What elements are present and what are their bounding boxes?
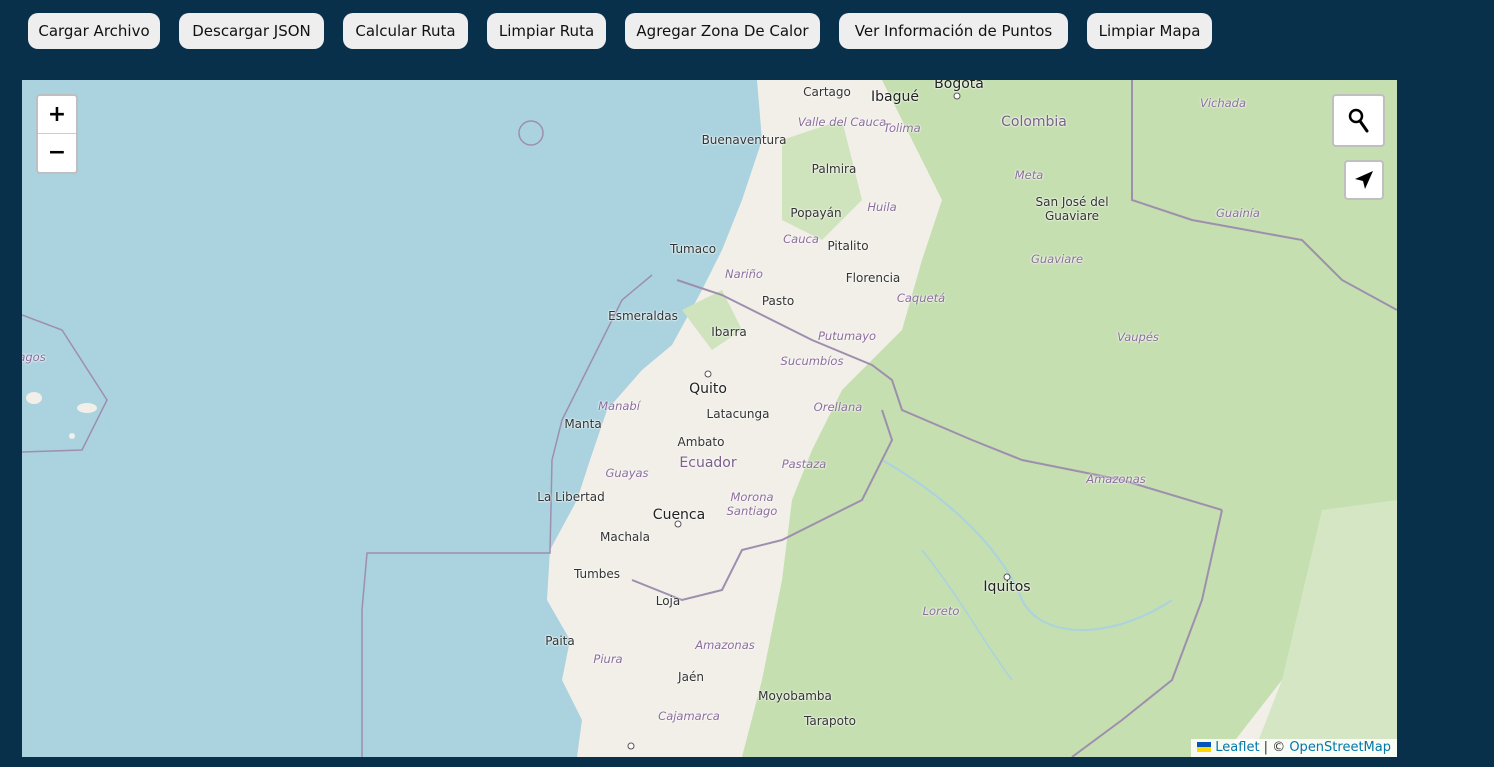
region-label-piura: Piura — [593, 652, 623, 666]
city-label-san-jose-del-guaviare: San José del Guaviare — [1035, 195, 1109, 223]
maritime-boundary — [22, 314, 108, 453]
region-label-narino: Nariño — [725, 267, 763, 281]
city-label-popayan: Popayán — [790, 206, 842, 220]
city-label-pitalito: Pitalito — [827, 239, 869, 253]
region-label-caqueta: Caquetá — [896, 291, 946, 305]
city-label-florencia: Florencia — [845, 271, 901, 285]
island — [77, 403, 97, 413]
leaflet-link[interactable]: Leaflet — [1215, 740, 1259, 755]
city-label-quito: Quito — [689, 381, 727, 397]
map-search-button[interactable] — [1332, 94, 1385, 147]
city-label-paita: Paita — [545, 634, 575, 648]
region-label-amazonas-north: Amazonas — [1086, 472, 1146, 486]
city-label-palmira: Palmira — [811, 162, 857, 176]
limpiar-mapa-button[interactable]: Limpiar Mapa — [1087, 13, 1212, 49]
agregar-zona-de-calor-button[interactable]: Agregar Zona De Calor — [625, 13, 820, 49]
limpiar-ruta-button[interactable]: Limpiar Ruta — [487, 13, 606, 49]
region-label-meta: Meta — [1014, 168, 1044, 182]
region-label-manabi: Manabí — [598, 399, 640, 413]
locate-button[interactable] — [1344, 160, 1384, 200]
city-label-ambato: Ambato — [677, 435, 725, 449]
city-label-jaen: Jaén — [678, 670, 704, 684]
city-label-la-libertad: La Libertad — [537, 490, 605, 504]
city-label-moyobamba: Moyobamba — [758, 689, 832, 703]
ver-informacion-de-puntos-button[interactable]: Ver Información de Puntos — [839, 13, 1068, 49]
city-label-tumaco: Tumaco — [669, 242, 717, 256]
region-label-morona-santiago: Morona Santiago — [726, 490, 778, 518]
region-label-guayas: Guayas — [605, 466, 649, 480]
city-dot — [953, 92, 961, 100]
region-label-tolima: Tolima — [883, 121, 921, 135]
zoom-in-button[interactable]: + — [38, 96, 76, 134]
city-label-esmeraldas: Esmeraldas — [608, 309, 678, 323]
search-icon — [1348, 108, 1368, 132]
city-label-machala: Machala — [600, 530, 650, 544]
attribution-separator: | © — [1259, 740, 1290, 755]
calcular-ruta-button[interactable]: Calcular Ruta — [343, 13, 468, 49]
region-label-valle-del-cauca: Valle del Cauca — [797, 115, 887, 129]
island-marker — [518, 120, 544, 146]
region-label-cajamarca: Cajamarca — [658, 709, 720, 723]
map-attribution: Leaflet | © OpenStreetMap — [1191, 739, 1397, 757]
country-label-colombia: Colombia — [1001, 114, 1067, 130]
city-label-manta: Manta — [564, 417, 602, 431]
descargar-json-button[interactable]: Descargar JSON — [179, 13, 324, 49]
region-label-vaupes: Vaupés — [1117, 330, 1159, 344]
city-label-ibague: Ibagué — [871, 89, 919, 105]
region-label-putumayo: Putumayo — [817, 329, 877, 343]
city-label-loja: Loja — [655, 594, 681, 608]
zoom-control: + − — [36, 94, 78, 174]
zoom-out-button[interactable]: − — [38, 134, 76, 171]
region-label-galapagos: agos — [22, 350, 46, 364]
region-label-loreto: Loreto — [922, 604, 960, 618]
cargar-archivo-button[interactable]: Cargar Archivo — [28, 13, 160, 49]
region-label-orellana: Orellana — [813, 400, 863, 414]
city-label-cartago: Cartago — [803, 85, 851, 99]
ukraine-flag-icon — [1197, 742, 1212, 752]
region-label-amazonas-south: Amazonas — [695, 638, 755, 652]
region-label-guaviare: Guaviare — [1030, 252, 1084, 266]
island — [69, 433, 75, 439]
city-label-tarapoto: Tarapoto — [804, 714, 856, 728]
region-label-sucumbios: Sucumbíos — [780, 354, 844, 368]
city-label-iquitos: Iquitos — [983, 579, 1031, 595]
map-container[interactable]: Bogota Cartago Ibagué Colombia Vichada V… — [22, 80, 1397, 757]
location-arrow-icon — [1355, 171, 1373, 189]
city-label-latacunga: Latacunga — [706, 407, 770, 421]
region-label-cauca: Cauca — [783, 232, 819, 246]
city-label-tumbes: Tumbes — [573, 567, 621, 581]
city-label-buenaventura: Buenaventura — [701, 133, 787, 147]
city-label-cuenca: Cuenca — [652, 507, 706, 523]
region-label-vichada: Vichada — [1199, 96, 1247, 110]
city-dot — [704, 370, 712, 378]
region-label-huila: Huila — [867, 200, 897, 214]
city-label-pasto: Pasto — [761, 294, 795, 308]
region-label-guainia: Guainía — [1216, 206, 1260, 220]
region-label-pastaza: Pastaza — [781, 457, 827, 471]
openstreetmap-link[interactable]: OpenStreetMap — [1289, 740, 1391, 755]
city-dot — [627, 742, 635, 750]
toolbar: Cargar Archivo Descargar JSON Calcular R… — [28, 13, 1212, 49]
country-label-ecuador: Ecuador — [679, 455, 737, 471]
island — [26, 392, 42, 404]
city-label-bogota: Bogota — [934, 80, 984, 92]
city-label-ibarra: Ibarra — [711, 325, 747, 339]
